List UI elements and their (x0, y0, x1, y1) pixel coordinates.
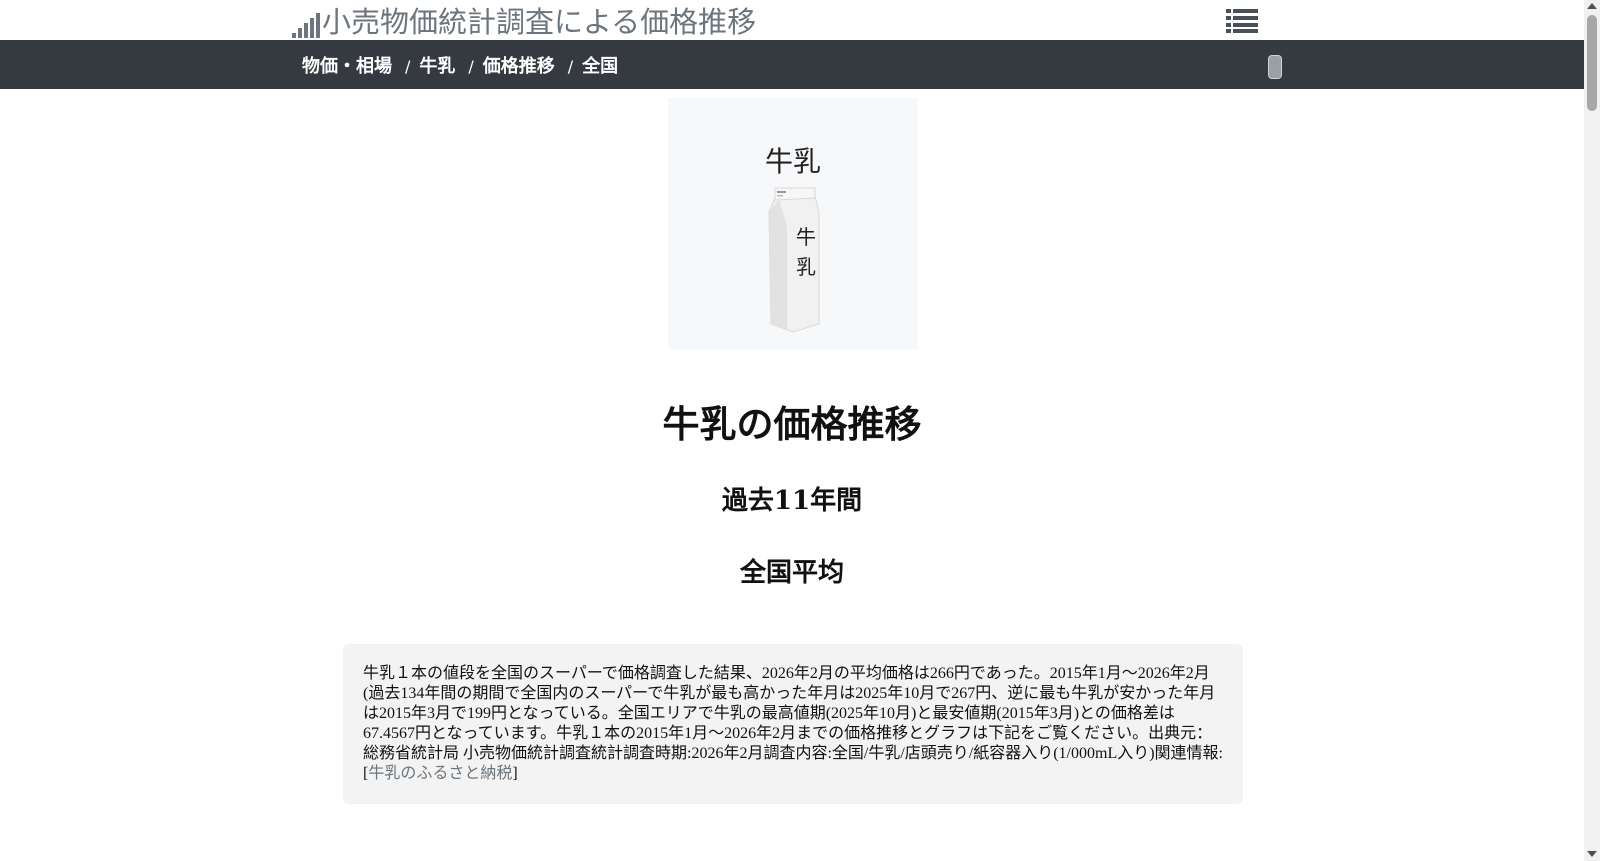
scroll-up-arrow-icon[interactable] (1587, 3, 1597, 9)
site-title: 小売物価統計調査による価格推移 (322, 5, 757, 39)
carton-text-1: 牛 (796, 225, 816, 249)
summary-box: 牛乳１本の値段を全国のスーパーで価格調査した結果、2026年2月の平均価格は26… (343, 644, 1243, 804)
page: 小売物価統計調査による価格推移 物価・相場 / 牛乳 / 価格推移 / 全国 牛… (0, 0, 1584, 861)
page-title: 牛乳の価格推移 (662, 403, 922, 446)
site-title-link[interactable]: 小売物価統計調査による価格推移 (292, 2, 756, 42)
site-header: 小売物価統計調査による価格推移 (0, 0, 1584, 40)
breadcrumb-item-milk[interactable]: 牛乳 (419, 52, 455, 78)
breadcrumb-item-nationwide[interactable]: 全国 (582, 52, 618, 78)
breadcrumb-separator: / (468, 57, 474, 76)
breadcrumb-bar: 物価・相場 / 牛乳 / 価格推移 / 全国 (0, 40, 1584, 89)
region-title: 全国平均 (739, 558, 844, 588)
breadcrumb-separator: / (567, 57, 574, 76)
carton-text-2: 乳 (796, 255, 816, 279)
breadcrumb-item-prices[interactable]: 物価・相場 (302, 52, 392, 78)
breadcrumb-item-price-trend[interactable]: 価格推移 (483, 52, 555, 78)
scrollbar-thumb[interactable] (1587, 15, 1597, 111)
milk-carton-icon: 牛 乳 (768, 187, 820, 333)
nav-toggle-button[interactable] (1268, 55, 1282, 79)
summary-text-end: ] (512, 765, 518, 782)
product-label: 牛乳 (764, 145, 821, 178)
list-menu-icon[interactable] (1226, 9, 1258, 33)
breadcrumb: 物価・相場 / 牛乳 / 価格推移 / 全国 (302, 40, 618, 89)
product-image-card: 牛乳 牛 乳 (668, 98, 918, 349)
signal-bars-icon (292, 12, 320, 42)
breadcrumb-separator: / (405, 57, 411, 76)
furusato-nozei-link[interactable]: 牛乳のふるさと納税 (368, 765, 512, 782)
vertical-scrollbar[interactable] (1584, 0, 1600, 861)
period-title: 過去11年間 (721, 486, 863, 516)
scroll-down-arrow-icon[interactable] (1587, 851, 1597, 857)
